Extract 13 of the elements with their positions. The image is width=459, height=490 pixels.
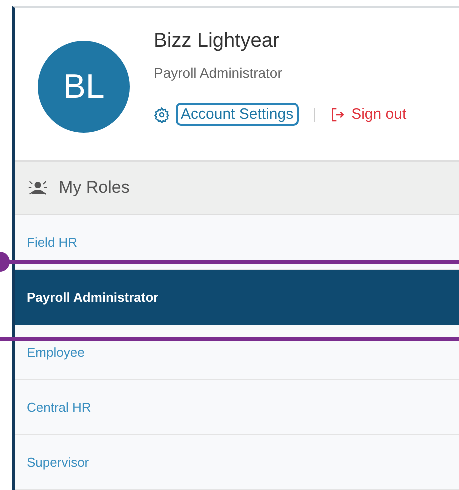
role-item[interactable]: Employee: [15, 325, 459, 380]
role-item[interactable]: Payroll Administrator: [15, 270, 459, 325]
role-item[interactable]: Central HR: [15, 380, 459, 435]
sign-out-link[interactable]: Sign out: [330, 106, 407, 123]
user-name: Bizz Lightyear: [154, 30, 281, 53]
avatar: BL: [38, 41, 130, 133]
settings-icon[interactable]: [154, 106, 170, 122]
sign-out-icon: [330, 106, 346, 122]
user-role: Payroll Administrator: [154, 65, 284, 81]
role-item[interactable]: Field HR: [15, 215, 459, 270]
roles-title: My Roles: [59, 178, 130, 198]
role-item[interactable]: Supervisor: [15, 435, 459, 490]
account-settings-button[interactable]: Account Settings: [176, 103, 299, 126]
